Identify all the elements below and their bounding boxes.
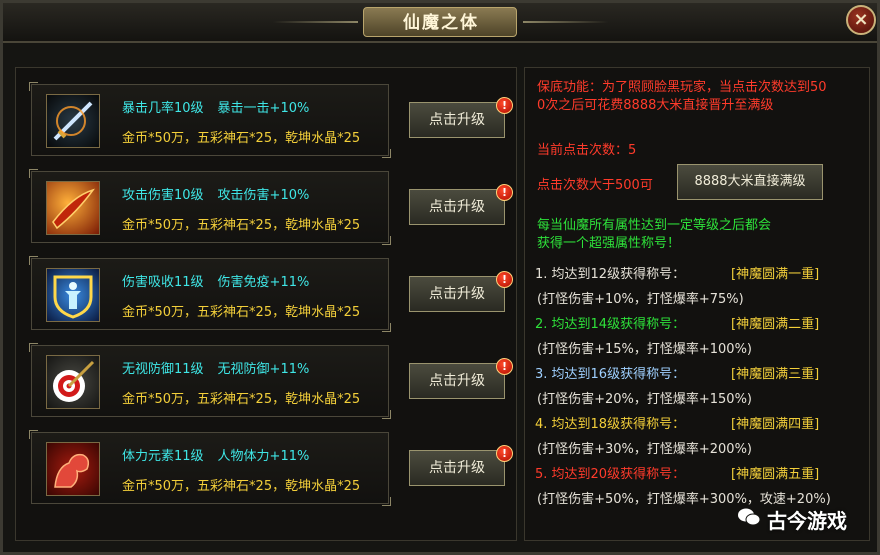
title-name: [神魔圆满四重]	[731, 417, 820, 432]
upgrade-button[interactable]: 点击升级	[409, 450, 505, 486]
shield-figure-icon	[46, 268, 100, 322]
skill-name-level: 体力元素11级	[122, 449, 204, 464]
alert-badge-icon: !	[496, 271, 513, 288]
wechat-icon	[738, 508, 761, 526]
window-xianmo-body: 仙魔之体 × 暴击几率10级 暴击一击+10% 金币*50万，五彩神石*25，乾坤…	[0, 0, 880, 555]
alert-badge-icon: !	[496, 445, 513, 462]
title-name: [神魔圆满五重]	[731, 467, 820, 482]
close-button[interactable]: ×	[846, 5, 876, 35]
info-panel: 保底功能：为了照顾脸黑玩家，当点击次数达到50 0次之后可花费8888大米直接晋…	[524, 67, 870, 541]
skill-name-level: 攻击伤害10级	[122, 188, 204, 203]
skill-info: 伤害吸收11级 伤害免疫+11%	[122, 271, 309, 290]
title-requirement: 3. 均达到16级获得称号：	[535, 367, 686, 382]
muscle-arm-icon	[46, 442, 100, 496]
sword-icon	[46, 94, 100, 148]
title-requirement: 2. 均达到14级获得称号：	[535, 317, 686, 332]
title-bonus: (打怪伤害+15%，打怪爆率+100%)	[537, 342, 752, 357]
click-count: 当前点击次数：5	[537, 143, 637, 158]
target-arrow-icon	[46, 355, 100, 409]
title-ornament-left	[273, 21, 358, 23]
title-name: [神魔圆满二重]	[731, 317, 820, 332]
title-ornament-right	[523, 21, 608, 23]
skill-info: 攻击伤害10级 攻击伤害+10%	[122, 184, 309, 203]
skill-name-level: 暴击几率10级	[122, 101, 204, 116]
guarantee-text-line2: 0次之后可花费8888大米直接晋升至满级	[537, 98, 774, 113]
title-bonus: (打怪伤害+30%，打怪爆率+200%)	[537, 442, 752, 457]
upgrade-button[interactable]: 点击升级	[409, 189, 505, 225]
max-level-button[interactable]: 8888大米直接满级	[677, 164, 823, 200]
watermark-text: 古今游戏	[767, 509, 847, 533]
upgrade-cost: 金币*50万，五彩神石*25，乾坤水晶*25	[122, 305, 361, 320]
skill-effect: 无视防御+11%	[217, 362, 310, 377]
title-bonus: (打怪伤害+20%，打怪爆率+150%)	[537, 392, 752, 407]
alert-badge-icon: !	[496, 184, 513, 201]
skill-name-level: 无视防御11级	[122, 362, 204, 377]
over-500-text: 点击次数大于500可	[537, 178, 653, 193]
upgrade-button[interactable]: 点击升级	[409, 276, 505, 312]
upgrade-cost: 金币*50万，五彩神石*25，乾坤水晶*25	[122, 131, 361, 146]
skill-name-level: 伤害吸收11级	[122, 275, 204, 290]
title-name: [神魔圆满一重]	[731, 267, 820, 282]
upgrade-cost: 金币*50万，五彩神石*25，乾坤水晶*25	[122, 392, 361, 407]
guarantee-text-line1: 保底功能：为了照顾脸黑玩家，当点击次数达到50	[537, 80, 827, 95]
upgrade-row: 伤害吸收11级 伤害免疫+11% 金币*50万，五彩神石*25，乾坤水晶*25	[29, 256, 391, 332]
alert-badge-icon: !	[496, 97, 513, 114]
skill-info: 暴击几率10级 暴击一击+10%	[122, 97, 309, 116]
window-title: 仙魔之体	[403, 13, 479, 33]
title-name: [神魔圆满三重]	[731, 367, 820, 382]
upgrade-button[interactable]: 点击升级	[409, 102, 505, 138]
title-plaque: 仙魔之体	[363, 7, 517, 37]
alert-badge-icon: !	[496, 358, 513, 375]
info-text-line1: 每当仙魔所有属性达到一定等级之后都会	[537, 218, 772, 233]
blade-flame-icon	[46, 181, 100, 235]
upgrade-cost: 金币*50万，五彩神石*25，乾坤水晶*25	[122, 218, 361, 233]
upgrade-row: 无视防御11级 无视防御+11% 金币*50万，五彩神石*25，乾坤水晶*25	[29, 343, 391, 419]
skill-effect: 暴击一击+10%	[217, 101, 310, 116]
skill-effect: 伤害免疫+11%	[217, 275, 310, 290]
upgrade-row: 体力元素11级 人物体力+11% 金币*50万，五彩神石*25，乾坤水晶*25	[29, 430, 391, 506]
skill-effect: 攻击伤害+10%	[217, 188, 310, 203]
title-bar: 仙魔之体	[3, 3, 877, 43]
title-requirement: 4. 均达到18级获得称号：	[535, 417, 686, 432]
upgrade-list-panel: 暴击几率10级 暴击一击+10% 金币*50万，五彩神石*25，乾坤水晶*25 点…	[15, 67, 517, 541]
skill-info: 无视防御11级 无视防御+11%	[122, 358, 309, 377]
upgrade-row: 攻击伤害10级 攻击伤害+10% 金币*50万，五彩神石*25，乾坤水晶*25	[29, 169, 391, 245]
upgrade-cost: 金币*50万，五彩神石*25，乾坤水晶*25	[122, 479, 361, 494]
upgrade-row: 暴击几率10级 暴击一击+10% 金币*50万，五彩神石*25，乾坤水晶*25	[29, 82, 391, 158]
title-requirement: 5. 均达到20级获得称号：	[535, 467, 686, 482]
title-requirement: 1. 均达到12级获得称号：	[535, 267, 686, 282]
info-text-line2: 获得一个超强属性称号！	[537, 236, 681, 251]
title-bonus: (打怪伤害+10%，打怪爆率+75%)	[537, 292, 744, 307]
skill-effect: 人物体力+11%	[217, 449, 310, 464]
upgrade-button[interactable]: 点击升级	[409, 363, 505, 399]
skill-info: 体力元素11级 人物体力+11%	[122, 445, 309, 464]
